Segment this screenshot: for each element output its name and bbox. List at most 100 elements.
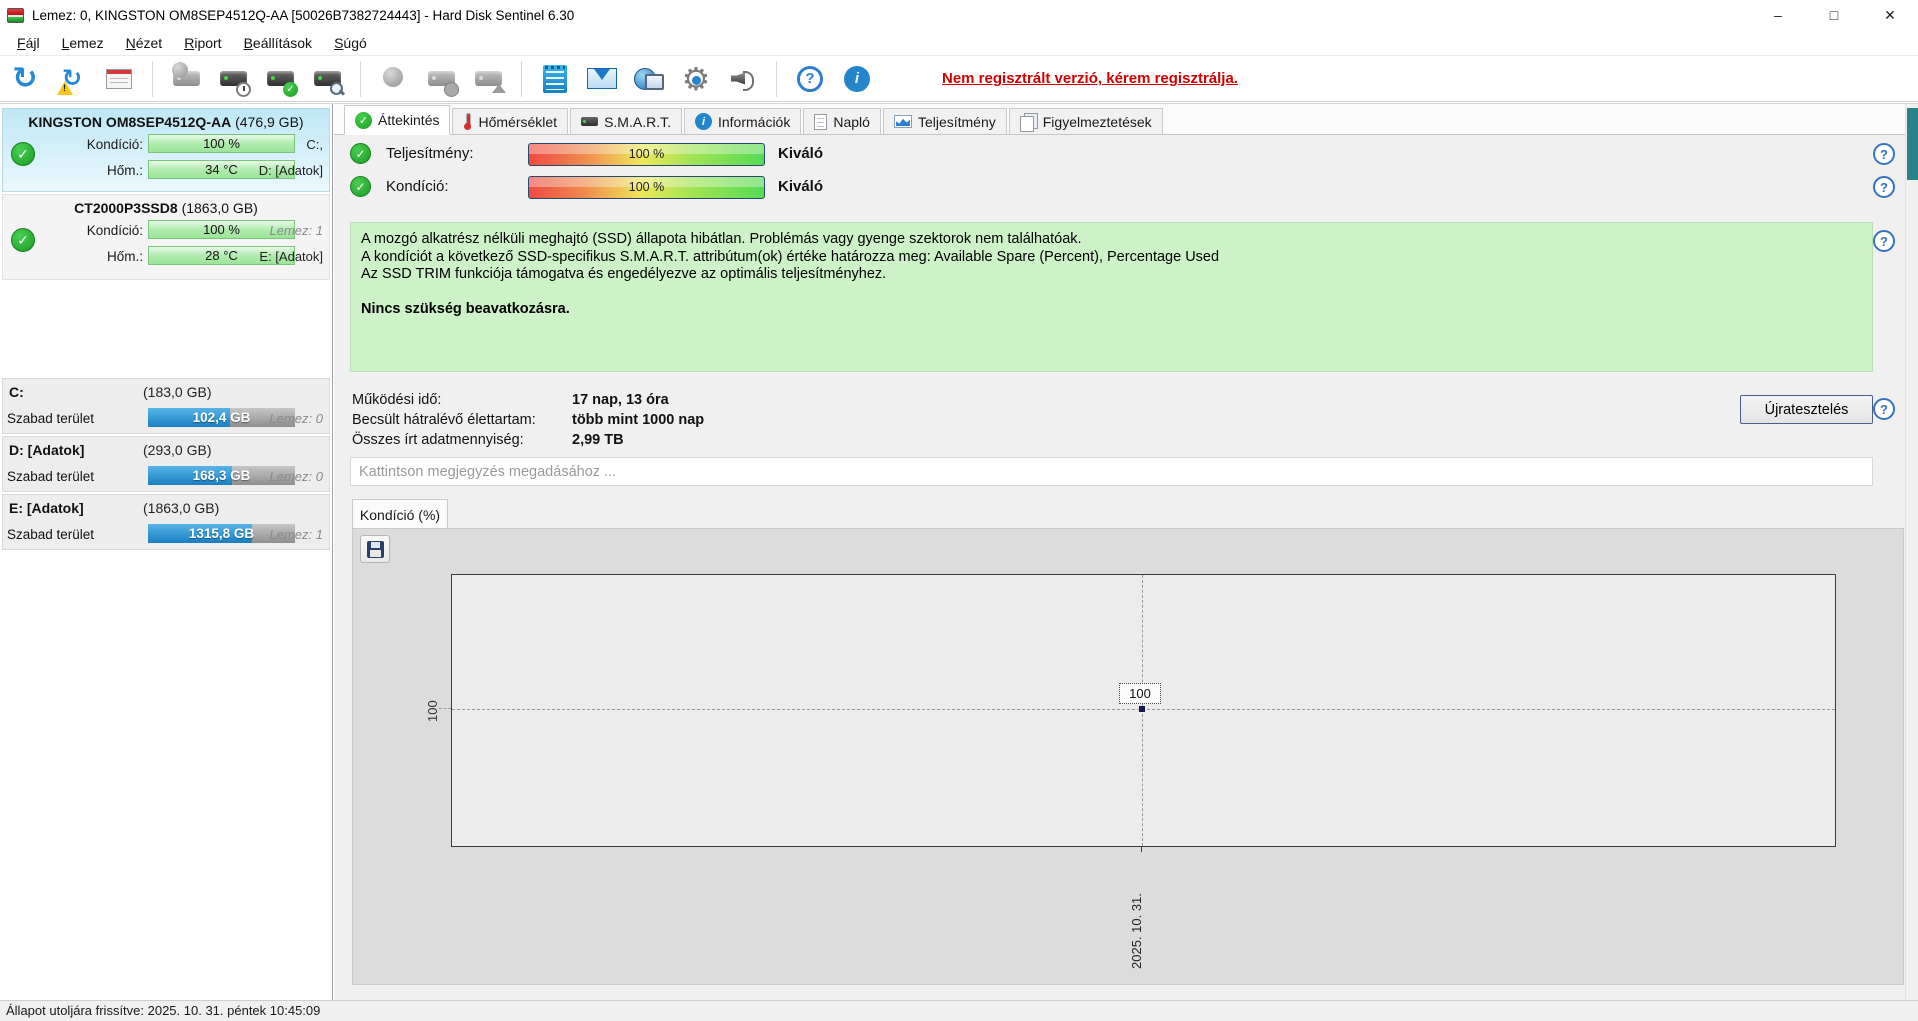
total-written-label: Összes írt adatmennyiség: xyxy=(352,432,524,448)
disk-eject-icon[interactable] xyxy=(471,61,506,97)
tab-bar: Áttekintés Hőmérséklet S.M.A.R.T. Inform… xyxy=(334,104,1905,135)
partition-card-e[interactable]: E: [Adatok] (1863,0 GB) Szabad terület 1… xyxy=(2,494,330,550)
retest-help-icon[interactable] xyxy=(1873,398,1895,420)
sound-icon[interactable] xyxy=(726,61,760,97)
comment-input[interactable] xyxy=(350,457,1873,486)
tab-smart[interactable]: S.M.A.R.T. xyxy=(570,108,682,134)
disk-schedule-icon[interactable] xyxy=(216,61,251,97)
health-info-box: A mozgó alkatrész nélküli meghajtó (SSD)… xyxy=(350,222,1873,372)
tab-alerts[interactable]: Figyelmeztetések xyxy=(1008,108,1163,134)
disk-size: (1863,0 GB) xyxy=(181,200,258,216)
tab-label: Áttekintés xyxy=(378,112,440,128)
menu-view[interactable]: Nézet xyxy=(115,32,174,54)
info-line: A mozgó alkatrész nélküli meghajtó (SSD)… xyxy=(361,231,1082,247)
tab-label: Figyelmeztetések xyxy=(1042,113,1152,130)
partition-size: (1863,0 GB) xyxy=(143,500,220,516)
partition-size: (293,0 GB) xyxy=(143,442,212,458)
main-area: Áttekintés Hőmérséklet S.M.A.R.T. Inform… xyxy=(334,103,1918,1000)
tab-label: Hőmérséklet xyxy=(478,113,558,130)
settings-gear-icon[interactable] xyxy=(679,61,713,97)
toolbar-separator xyxy=(521,60,522,97)
tab-label: Információk xyxy=(717,113,791,130)
free-space-label: Szabad terület xyxy=(7,469,95,484)
menu-settings[interactable]: Beállítások xyxy=(233,32,324,54)
disk-number-ref: Lemez: 1 xyxy=(269,223,323,238)
disk-card-kingston[interactable]: KINGSTON OM8SEP4512Q-AA (476,9 GB) Kondí… xyxy=(2,108,330,192)
disk-control-icon[interactable] xyxy=(424,61,459,97)
performance-help-icon[interactable] xyxy=(1873,143,1895,165)
total-written-value: 2,99 TB xyxy=(572,432,624,448)
toolbar: Nem regisztrált verzió, kérem regisztrál… xyxy=(0,55,1918,102)
minimize-button[interactable]: – xyxy=(1750,0,1806,30)
scrollbar-thumb[interactable] xyxy=(1907,108,1918,180)
tab-temperature[interactable]: Hőmérséklet xyxy=(452,108,569,134)
disk-icon xyxy=(581,117,599,126)
refresh-warning-icon[interactable] xyxy=(55,61,89,97)
condition-label: Kondíció: xyxy=(86,223,143,238)
thermometer-icon xyxy=(463,113,472,130)
lifetime-value: több mint 1000 nap xyxy=(572,412,705,428)
info-help-icon[interactable] xyxy=(1873,230,1895,252)
toolbar-separator xyxy=(360,60,361,97)
disk-surface-test-icon[interactable] xyxy=(310,61,344,97)
app-icon xyxy=(7,7,24,23)
tab-performance[interactable]: Teljesítmény xyxy=(882,108,1007,134)
menu-help[interactable]: Súgó xyxy=(323,32,378,54)
refresh-icon[interactable] xyxy=(8,61,42,97)
performance-label: Teljesítmény: xyxy=(386,145,474,162)
close-button[interactable]: ✕ xyxy=(1862,0,1918,30)
disk-offline-icon[interactable] xyxy=(169,61,203,97)
report-icon[interactable] xyxy=(538,61,572,97)
condition-bar: 100 % xyxy=(528,176,765,199)
partition-card-c[interactable]: C: (183,0 GB) Szabad terület 102,4 GB Le… xyxy=(2,378,330,434)
y-axis-tick-label: 100 xyxy=(425,700,440,722)
retest-button[interactable]: Újratesztelés xyxy=(1740,395,1873,424)
acoustic-icon[interactable] xyxy=(377,61,411,97)
free-space-label: Szabad terület xyxy=(7,411,95,426)
quick-report-icon[interactable] xyxy=(102,61,136,97)
tab-information[interactable]: Információk xyxy=(683,108,802,134)
performance-bar: 100 % xyxy=(528,143,765,166)
x-axis-date-label: 2025. 10. 31. xyxy=(1129,893,1144,969)
disk-size: (476,9 GB) xyxy=(235,114,304,130)
overview-content: Teljesítmény: 100 % Kiváló Kondíció: 100… xyxy=(334,135,1905,1000)
partition-size: (183,0 GB) xyxy=(143,384,212,400)
vertical-scrollbar[interactable] xyxy=(1905,104,1918,1000)
condition-value: 100 % xyxy=(628,180,665,194)
tab-log[interactable]: Napló xyxy=(803,108,881,134)
x-axis-tick xyxy=(1141,847,1142,852)
documents-icon xyxy=(1019,113,1038,132)
maximize-button[interactable]: □ xyxy=(1806,0,1862,30)
data-point xyxy=(1139,706,1145,712)
condition-label: Kondíció: xyxy=(386,178,449,195)
toolbar-separator xyxy=(776,60,777,97)
network-icon[interactable] xyxy=(632,61,666,97)
data-point-label: 100 xyxy=(1119,683,1161,704)
menu-report[interactable]: Riport xyxy=(173,32,232,54)
power-on-time-value: 17 nap, 13 óra xyxy=(572,392,669,408)
check-circle-icon xyxy=(355,111,372,129)
power-on-time-label: Működési idő: xyxy=(352,392,442,408)
disk-test-ok-icon[interactable] xyxy=(263,61,298,97)
temperature-label: Hőm.: xyxy=(106,249,143,264)
chart-tab-condition[interactable]: Kondíció (%) xyxy=(352,499,448,529)
tab-overview[interactable]: Áttekintés xyxy=(344,105,451,135)
menu-disk[interactable]: Lemez xyxy=(51,32,115,54)
chart-body: 100 100 2025. 10. 31. xyxy=(352,528,1904,985)
help-icon[interactable] xyxy=(793,61,827,97)
email-icon[interactable] xyxy=(585,61,619,97)
info-icon[interactable] xyxy=(840,61,874,97)
free-space-label: Szabad terület xyxy=(7,527,95,542)
condition-help-icon[interactable] xyxy=(1873,176,1895,198)
gridline-extension xyxy=(439,708,451,709)
disk-card-crucial[interactable]: CT2000P3SSD8 (1863,0 GB) Kondíció: 100 %… xyxy=(2,194,330,280)
condition-rating: Kiváló xyxy=(778,178,824,195)
register-notice-link[interactable]: Nem regisztrált verzió, kérem regisztrál… xyxy=(942,70,1238,87)
partition-disk-ref: Lemez: 1 xyxy=(269,527,323,542)
save-chart-button[interactable] xyxy=(360,535,390,563)
menu-file[interactable]: Fájl xyxy=(6,32,51,54)
performance-rating: Kiváló xyxy=(778,145,824,162)
partition-card-d[interactable]: D: [Adatok] (293,0 GB) Szabad terület 16… xyxy=(2,436,330,492)
disk-sidebar: KINGSTON OM8SEP4512Q-AA (476,9 GB) Kondí… xyxy=(0,103,333,1000)
disk-title: KINGSTON OM8SEP4512Q-AA (476,9 GB) xyxy=(3,114,329,130)
